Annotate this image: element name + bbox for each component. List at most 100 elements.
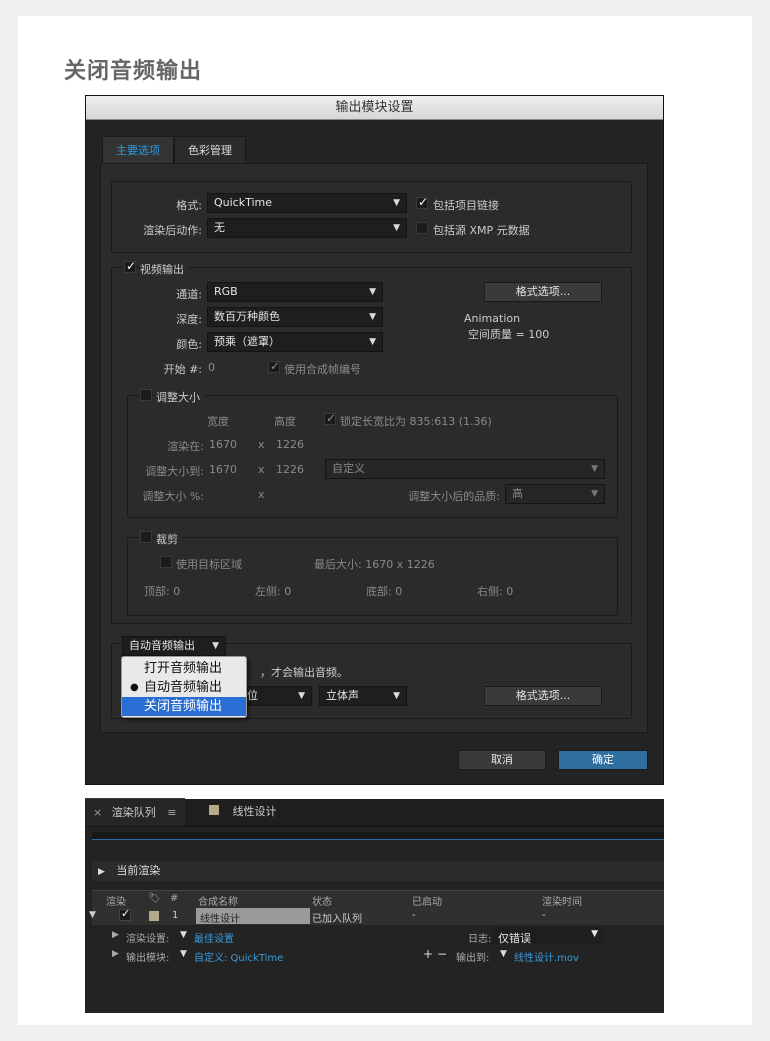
col-render-time[interactable]: 渲染时间 [542,893,582,908]
comp-tab-label: 线性设计 [232,805,277,818]
render-checkbox[interactable]: ✓ [119,907,131,921]
tab-comp[interactable]: 线性设计 [185,798,285,826]
resize-to-width: 1670 [209,463,237,476]
chevron-down-icon: ▼ [393,691,400,701]
close-icon[interactable]: × [93,806,102,819]
current-render-row[interactable]: ▶ 当前渲染 [92,861,664,881]
comp-color-swatch [209,805,219,815]
color-value: 预乘（遮罩） [214,335,280,348]
output-to-value[interactable]: 线性设计.mov [514,949,579,964]
render-settings-row: ▶ 渲染设置: ▼ 最佳设置 日志: 仅错误 ▼ [92,927,664,945]
use-comp-frame-checkbox[interactable]: ✓ [268,359,280,373]
chevron-down-icon: ▼ [369,312,376,322]
start-label: 开始 #: [163,363,202,376]
panel-menu-icon[interactable]: ≡ [167,806,176,819]
include-xmp-label: 包括源 XMP 元数据 [433,224,530,237]
post-render-select[interactable]: 无 ▼ [207,218,407,238]
crop-left: 左侧: 0 [255,585,292,598]
render-progress-bar [92,832,664,840]
output-module-value[interactable]: 自定义: QuickTime [194,949,283,964]
render-at-width: 1670 [209,438,237,451]
disclosure-triangle-icon[interactable]: ▶ [98,867,105,877]
ok-button[interactable]: 确定 [558,750,648,770]
crop-right: 右侧: 0 [477,585,514,598]
resize-preset-select[interactable]: 自定义 ▼ [325,459,605,479]
col-comp-name[interactable]: 合成名称 [198,893,238,908]
codec-info-line2: 空间质量 = 100 [468,328,550,341]
started-cell: - [412,910,416,921]
video-format-options-button[interactable]: 格式选项... [484,282,602,302]
chevron-down-icon: ▼ [393,223,400,233]
resize-quality-select[interactable]: 高 ▼ [505,484,605,504]
resize-group: 调整大小 宽度 高度 ✓ 锁定长宽比为 835:613 (1.36) 渲染在: … [127,389,618,518]
checkmark-icon: ✓ [418,195,429,209]
menu-item-audio-auto[interactable]: ● 自动音频输出 [122,678,246,697]
audio-output-select[interactable]: 自动音频输出 ▼ [122,636,226,656]
disclosure-triangle-icon[interactable]: ▶ [112,949,119,959]
resize-preset-value: 自定义 [332,462,365,475]
post-render-label: 渲染后动作: [143,224,202,237]
chevron-down-icon[interactable]: ▼ [180,949,187,959]
tab-color-management[interactable]: 色彩管理 [174,136,246,164]
chevron-down-icon[interactable]: ▼ [180,930,187,940]
comp-name-cell[interactable]: 线性设计 [196,908,310,925]
chevron-down-icon[interactable]: ▼ [500,949,507,959]
crop-checkbox[interactable] [140,531,152,543]
chevron-down-icon: ▼ [393,198,400,208]
render-at-height: 1226 [276,438,304,451]
crop-group: 裁剪 使用目标区域 最后大小: 1670 x 1226 顶部: 0 左侧: 0 … [127,531,618,616]
menu-item-audio-off[interactable]: 关闭音频输出 [122,697,246,716]
resize-checkbox[interactable] [140,389,152,401]
add-output-icon[interactable]: + [423,947,433,961]
col-number[interactable]: # [170,893,178,904]
table-row[interactable]: ▼ ✓ 1 线性设计 已加入队列 - - [89,907,664,925]
tab-main-options[interactable]: 主要选项 [102,136,174,164]
col-started[interactable]: 已启动 [412,893,442,908]
render-at-label: 渲染在: [167,440,204,453]
render-at-x: x [258,438,265,451]
crop-label: 裁剪 [156,531,182,547]
checkmark-icon: ✓ [126,259,137,273]
remove-output-icon[interactable]: − [437,947,447,961]
lock-aspect-checkbox[interactable]: ✓ [324,411,336,425]
render-queue-tab-label: 渲染队列 [111,806,156,819]
cancel-button[interactable]: 取消 [458,750,546,770]
resize-to-x: x [258,463,265,476]
log-select[interactable]: 仅错误 ▼ [492,927,604,945]
audio-format-options-button[interactable]: 格式选项... [484,686,602,706]
audio-bits-value: 位 [247,689,258,702]
include-xmp-checkbox[interactable] [416,222,428,234]
status-cell: 已加入队列 [312,914,362,925]
video-output-checkbox[interactable]: ✓ [124,259,137,273]
checkmark-icon: ✓ [121,907,131,920]
col-render[interactable]: 渲染 [106,893,126,908]
render-queue-panel: × 渲染队列 ≡ 线性设计 ▶ 当前渲染 渲染 🏷 # 合成名称 状态 已启动 … [85,798,664,1013]
audio-note: ，才会输出音频。 [260,666,348,679]
use-roi-checkbox[interactable] [160,556,172,568]
disclosure-triangle-icon[interactable]: ▶ [112,930,119,940]
depth-select[interactable]: 数百万种颜色 ▼ [207,307,383,327]
color-select[interactable]: 预乘（遮罩） ▼ [207,332,383,352]
channels-select[interactable]: RGB ▼ [207,282,383,302]
audio-channel-select[interactable]: 立体声 ▼ [319,686,407,706]
chevron-down-icon: ▼ [212,641,219,651]
format-select[interactable]: QuickTime ▼ [207,193,407,213]
comp-color-swatch[interactable] [149,911,159,921]
menu-item-label: 自动音频输出 [144,680,223,695]
chevron-down-icon: ▼ [591,929,598,939]
include-project-link-label: 包括项目链接 [433,199,499,212]
log-value: 仅错误 [498,932,531,945]
crop-top: 顶部: 0 [144,585,181,598]
include-project-link-checkbox[interactable]: ✓ [416,195,429,209]
row-index: 1 [172,910,179,921]
crop-final-size: 最后大小: 1670 x 1226 [314,558,435,571]
main-options-panel: 格式: QuickTime ▼ ✓ 包括项目链接 渲染后动作: 无 ▼ 包括源 … [100,163,648,733]
expand-triangle-icon[interactable]: ▼ [89,910,96,920]
col-status[interactable]: 状态 [312,893,332,908]
menu-item-audio-on[interactable]: 打开音频输出 [122,659,246,678]
audio-channel-value: 立体声 [326,689,359,702]
height-header: 高度 [274,415,296,428]
render-settings-label: 渲染设置: [126,934,170,945]
tab-render-queue[interactable]: × 渲染队列 ≡ [85,798,185,826]
render-settings-value[interactable]: 最佳设置 [194,930,234,945]
